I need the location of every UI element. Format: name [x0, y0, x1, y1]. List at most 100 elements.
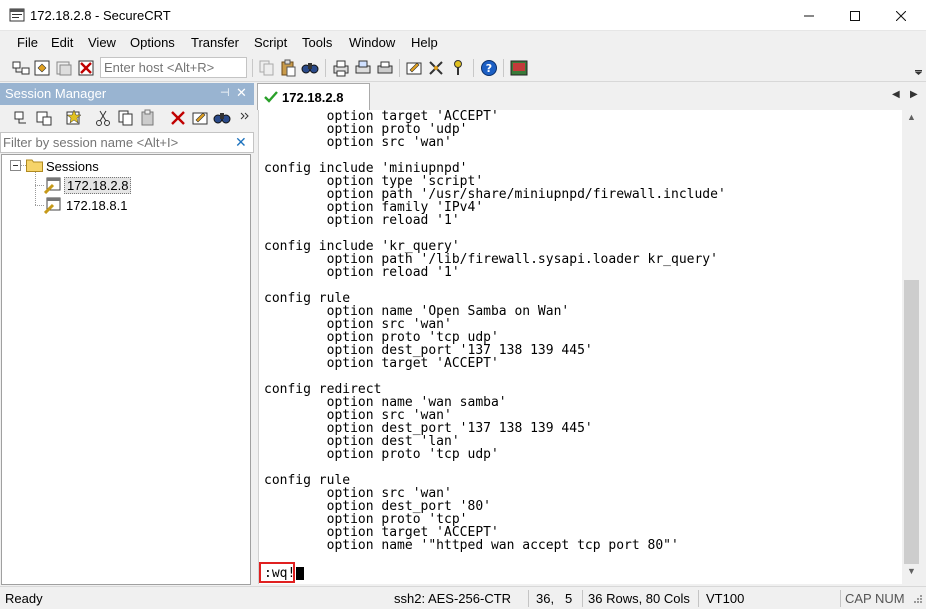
global-options-icon[interactable] [427, 59, 445, 77]
status-emulation: VT100 [706, 591, 745, 606]
menu-window[interactable]: Window [349, 35, 395, 50]
menu-view[interactable]: View [88, 35, 116, 50]
copy-session-icon[interactable] [117, 109, 135, 127]
toolbar-separator [503, 59, 504, 77]
terminal-screen[interactable]: option target 'ACCEPT' option proto 'udp… [258, 110, 902, 584]
main-toolbar: ? [0, 54, 926, 82]
maximize-button[interactable] [832, 0, 878, 31]
session-item-172-18-8-1[interactable]: 172.18.8.1 [66, 196, 127, 214]
session-toolbar-overflow-icon[interactable] [240, 109, 249, 127]
sftp-icon[interactable] [510, 59, 528, 77]
tree-root-label: Sessions [46, 158, 99, 174]
menu-help[interactable]: Help [411, 35, 438, 50]
host-input[interactable] [100, 57, 247, 78]
toolbar-separator [399, 59, 400, 77]
status-separator [698, 590, 699, 607]
disconnect-icon[interactable] [77, 59, 95, 77]
toolbar-separator [252, 59, 253, 77]
status-col: 5 [565, 591, 573, 606]
session-manager-close-icon[interactable]: ✕ [236, 85, 247, 101]
status-num: NUM [875, 591, 905, 606]
status-separator [840, 590, 841, 607]
session-item-172-18-2-8[interactable]: 172.18.2.8 [64, 176, 132, 194]
menu-script[interactable]: Script [254, 35, 287, 50]
minimize-button[interactable] [786, 0, 832, 31]
status-row: 36, [536, 591, 555, 606]
collapse-icon[interactable] [10, 160, 21, 171]
quick-connect-icon[interactable] [33, 59, 51, 77]
toolbar-separator [473, 59, 474, 77]
menu-options[interactable]: Options [130, 35, 175, 50]
help-icon[interactable]: ? [480, 59, 498, 77]
terminal-scrollbar[interactable]: ▲ ▼ [903, 110, 920, 584]
menu-file[interactable]: File [17, 35, 38, 50]
toolbar-overflow-icon[interactable] [914, 60, 923, 76]
close-button[interactable] [878, 0, 924, 31]
tree-connector [35, 185, 44, 186]
tree-root-sessions[interactable]: Sessions [46, 157, 99, 175]
terminal-output: option target 'ACCEPT' option proto 'udp… [264, 110, 726, 553]
securecrt-app-icon [9, 8, 25, 22]
session-icon [44, 177, 61, 194]
close-icon [896, 10, 906, 21]
print-selection-icon[interactable] [354, 59, 372, 77]
scroll-down-icon[interactable]: ▼ [907, 566, 916, 576]
scroll-up-icon[interactable]: ▲ [907, 112, 916, 122]
delete-icon[interactable] [169, 109, 187, 127]
properties-icon[interactable] [191, 109, 209, 127]
session-tree: Sessions 172.18.2.8 172.18.8.1 [1, 154, 251, 585]
session-icon [44, 197, 61, 214]
status-cipher: ssh2: AES-256-CTR [394, 591, 512, 606]
title-bar: 172.18.2.8 - SecureCRT [0, 0, 926, 31]
resize-grip-icon[interactable] [910, 593, 923, 606]
status-size: 36 Rows, 80 Cols [588, 591, 690, 606]
status-caps: CAP [845, 591, 872, 606]
tab-scroll-right-icon[interactable]: ▶ [910, 89, 918, 100]
cut-icon[interactable] [94, 109, 112, 127]
paste-session-icon[interactable] [139, 109, 157, 127]
find-session-icon[interactable] [213, 109, 231, 127]
pin-icon[interactable]: ⊣ [220, 86, 230, 99]
connected-check-icon [264, 91, 278, 103]
session-item-label: 172.18.2.8 [64, 176, 132, 194]
session-manager-toolbar [0, 105, 254, 132]
toolbar-separator [325, 59, 326, 77]
connect-session-icon[interactable] [14, 109, 32, 127]
print-icon[interactable] [332, 59, 350, 77]
print-setup-icon[interactable] [376, 59, 394, 77]
status-separator [528, 590, 529, 607]
terminal-cursor [296, 567, 304, 580]
new-session-icon[interactable] [65, 109, 83, 127]
session-item-label: 172.18.8.1 [66, 197, 128, 213]
connect-in-tab-icon[interactable] [55, 59, 73, 77]
find-icon[interactable] [301, 59, 319, 77]
session-options-icon[interactable] [405, 59, 423, 77]
connect-icon[interactable] [12, 59, 30, 77]
session-filter-input[interactable] [3, 134, 229, 151]
status-bar: Ready ssh2: AES-256-CTR 36, 5 36 Rows, 8… [0, 586, 926, 609]
menu-edit[interactable]: Edit [51, 35, 73, 50]
window-title: 172.18.2.8 - SecureCRT [30, 8, 171, 23]
highlighted-command: :wq! [259, 562, 295, 583]
tab-172-18-2-8[interactable]: 172.18.2.8 [257, 83, 370, 110]
menu-transfer[interactable]: Transfer [191, 35, 239, 50]
session-manager-header: Session Manager ⊣ ✕ [0, 83, 254, 105]
command-text: :wq! [264, 566, 296, 581]
maximize-icon [850, 10, 860, 21]
copy-icon[interactable] [258, 59, 276, 77]
svg-text:?: ? [486, 62, 492, 75]
session-manager-title: Session Manager [5, 86, 107, 101]
folder-icon [26, 159, 43, 172]
scrollbar-thumb[interactable] [904, 280, 919, 564]
menu-tools[interactable]: Tools [302, 35, 332, 50]
tab-scroll-left-icon[interactable]: ◀ [892, 89, 900, 100]
tree-connector [35, 205, 44, 206]
session-filter: ✕ [0, 132, 254, 153]
clear-filter-icon[interactable]: ✕ [235, 134, 247, 151]
minimize-icon [804, 15, 814, 16]
menu-bar: File Edit View Options Transfer Script T… [0, 31, 926, 54]
key-icon[interactable] [449, 59, 467, 77]
paste-icon[interactable] [279, 59, 297, 77]
connect-tab-session-icon[interactable] [35, 109, 53, 127]
status-separator [582, 590, 583, 607]
